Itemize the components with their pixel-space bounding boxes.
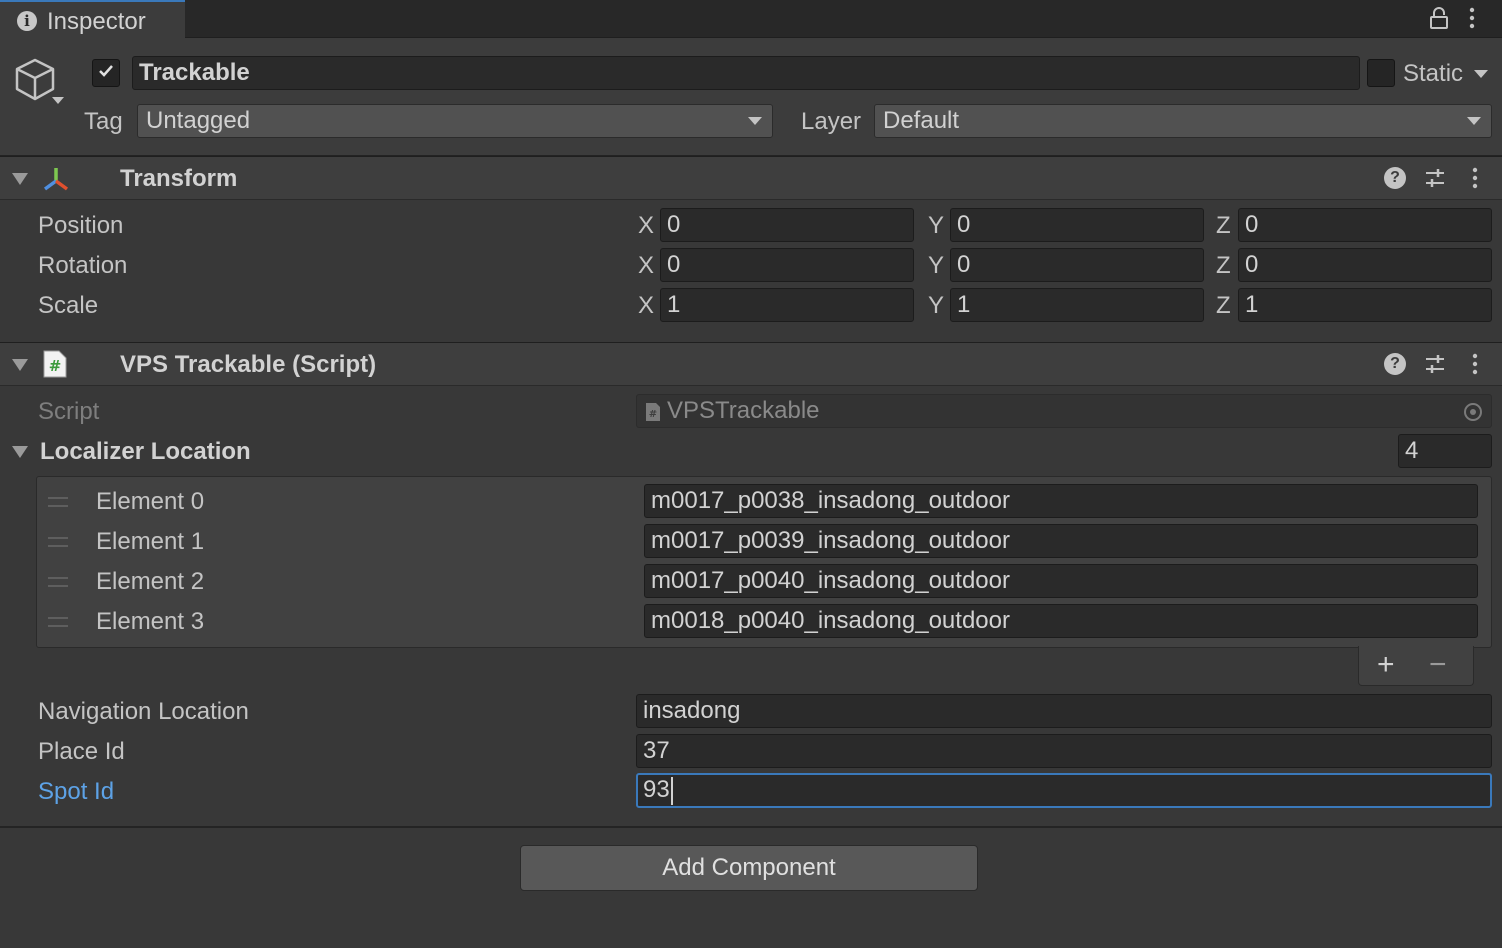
layer-label: Layer (801, 108, 862, 135)
axis-z-label[interactable]: Z (1216, 252, 1231, 280)
drag-handle-icon[interactable] (48, 497, 68, 507)
spot-id-input[interactable]: 93 (636, 773, 1492, 808)
vps-trackable-title: VPS Trackable (Script) (120, 351, 377, 378)
rotation-y-input[interactable]: 0 (950, 248, 1204, 282)
add-element-button[interactable]: + (1377, 648, 1395, 682)
help-icon[interactable]: ? (1384, 167, 1406, 189)
axis-y-label[interactable]: Y (928, 212, 944, 240)
scale-z-input[interactable]: 1 (1238, 288, 1492, 322)
tag-dropdown-value: Untagged (146, 107, 251, 134)
drag-handle-icon[interactable] (48, 537, 68, 547)
localizer-foldout-arrow-icon[interactable] (12, 446, 28, 458)
script-object-field: # VPSTrackable (636, 394, 1492, 428)
chevron-down-icon (1467, 117, 1481, 125)
tag-dropdown[interactable]: Untagged (137, 104, 773, 138)
lock-icon[interactable] (1428, 6, 1450, 30)
chevron-down-icon[interactable] (52, 97, 64, 104)
layer-dropdown[interactable]: Default (874, 104, 1492, 138)
place-id-label: Place Id (38, 738, 125, 765)
object-picker-icon[interactable] (1463, 402, 1483, 422)
element-1-input[interactable]: m0017_p0039_insadong_outdoor (644, 524, 1478, 558)
transform-header[interactable]: Transform ? (0, 156, 1502, 200)
kebab-menu-icon[interactable] (1470, 167, 1480, 189)
element-0-input[interactable]: m0017_p0038_insadong_outdoor (644, 484, 1478, 518)
position-z-input[interactable]: 0 (1238, 208, 1492, 242)
tab-bar: i Inspector (0, 0, 1502, 38)
script-object-value: VPSTrackable (667, 397, 820, 424)
axis-x-label[interactable]: X (638, 252, 654, 280)
position-label: Position (38, 212, 124, 239)
script-label: Script (38, 398, 100, 425)
text-caret (670, 776, 673, 805)
place-id-input[interactable]: 37 (636, 734, 1492, 768)
kebab-menu-icon[interactable] (1470, 353, 1480, 375)
axis-y-label[interactable]: Y (928, 252, 944, 280)
tab-inspector-label: Inspector (47, 8, 146, 35)
info-icon: i (17, 11, 37, 31)
tag-label: Tag (84, 108, 123, 135)
axis-x-label[interactable]: X (638, 212, 654, 240)
spot-id-label: Spot Id (38, 778, 115, 805)
presets-icon[interactable] (1424, 353, 1446, 375)
drag-handle-icon[interactable] (48, 617, 68, 627)
spot-id-value: 93 (643, 776, 670, 803)
element-0-label: Element 0 (96, 488, 205, 515)
scale-y-input[interactable]: 1 (950, 288, 1204, 322)
axis-x-label[interactable]: X (638, 292, 654, 320)
csharp-script-icon: # (43, 350, 67, 378)
presets-icon[interactable] (1424, 167, 1446, 189)
gameobject-name-input[interactable]: Trackable (132, 56, 1360, 90)
navigation-location-input[interactable]: insadong (636, 694, 1492, 728)
element-2-input[interactable]: m0017_p0040_insadong_outdoor (644, 564, 1478, 598)
checkmark-icon (99, 65, 113, 77)
chevron-down-icon (748, 117, 762, 125)
drag-handle-icon[interactable] (48, 577, 68, 587)
element-1-label: Element 1 (96, 528, 205, 555)
localizer-location-label[interactable]: Localizer Location (40, 438, 251, 466)
active-checkbox[interactable] (92, 59, 120, 87)
axis-z-label[interactable]: Z (1216, 292, 1231, 320)
rotation-label: Rotation (38, 252, 128, 279)
remove-element-button[interactable]: − (1429, 648, 1447, 682)
add-component-button[interactable]: Add Component (520, 845, 978, 891)
svg-text:#: # (649, 409, 657, 420)
axis-y-label[interactable]: Y (928, 292, 944, 320)
static-checkbox[interactable] (1367, 59, 1395, 87)
tab-inspector[interactable]: i Inspector (0, 0, 185, 38)
position-x-input[interactable]: 0 (660, 208, 914, 242)
rotation-x-input[interactable]: 0 (660, 248, 914, 282)
scale-x-input[interactable]: 1 (660, 288, 914, 322)
help-icon[interactable]: ? (1384, 353, 1406, 375)
position-y-input[interactable]: 0 (950, 208, 1204, 242)
script-file-icon: # (646, 403, 660, 421)
vps-trackable-header[interactable]: # VPS Trackable (Script) ? (0, 342, 1502, 386)
rotation-z-input[interactable]: 0 (1238, 248, 1492, 282)
components-divider (0, 826, 1502, 828)
element-2-label: Element 2 (96, 568, 205, 595)
navigation-location-label: Navigation Location (38, 698, 249, 725)
kebab-menu-icon[interactable] (1464, 6, 1480, 30)
static-dropdown-arrow-icon[interactable] (1474, 70, 1488, 78)
transform-gizmo-icon (43, 168, 69, 191)
localizer-size-input[interactable]: 4 (1398, 434, 1492, 468)
static-label[interactable]: Static (1403, 60, 1463, 88)
scale-label: Scale (38, 292, 99, 319)
axis-z-label[interactable]: Z (1216, 212, 1231, 240)
foldout-arrow-icon[interactable] (12, 173, 28, 185)
transform-title: Transform (120, 165, 238, 192)
element-3-input[interactable]: m0018_p0040_insadong_outdoor (644, 604, 1478, 638)
foldout-arrow-icon[interactable] (12, 359, 28, 371)
svg-text:#: # (49, 357, 62, 375)
layer-dropdown-value: Default (883, 107, 960, 134)
element-3-label: Element 3 (96, 608, 205, 635)
list-footer: + − (1358, 646, 1474, 686)
